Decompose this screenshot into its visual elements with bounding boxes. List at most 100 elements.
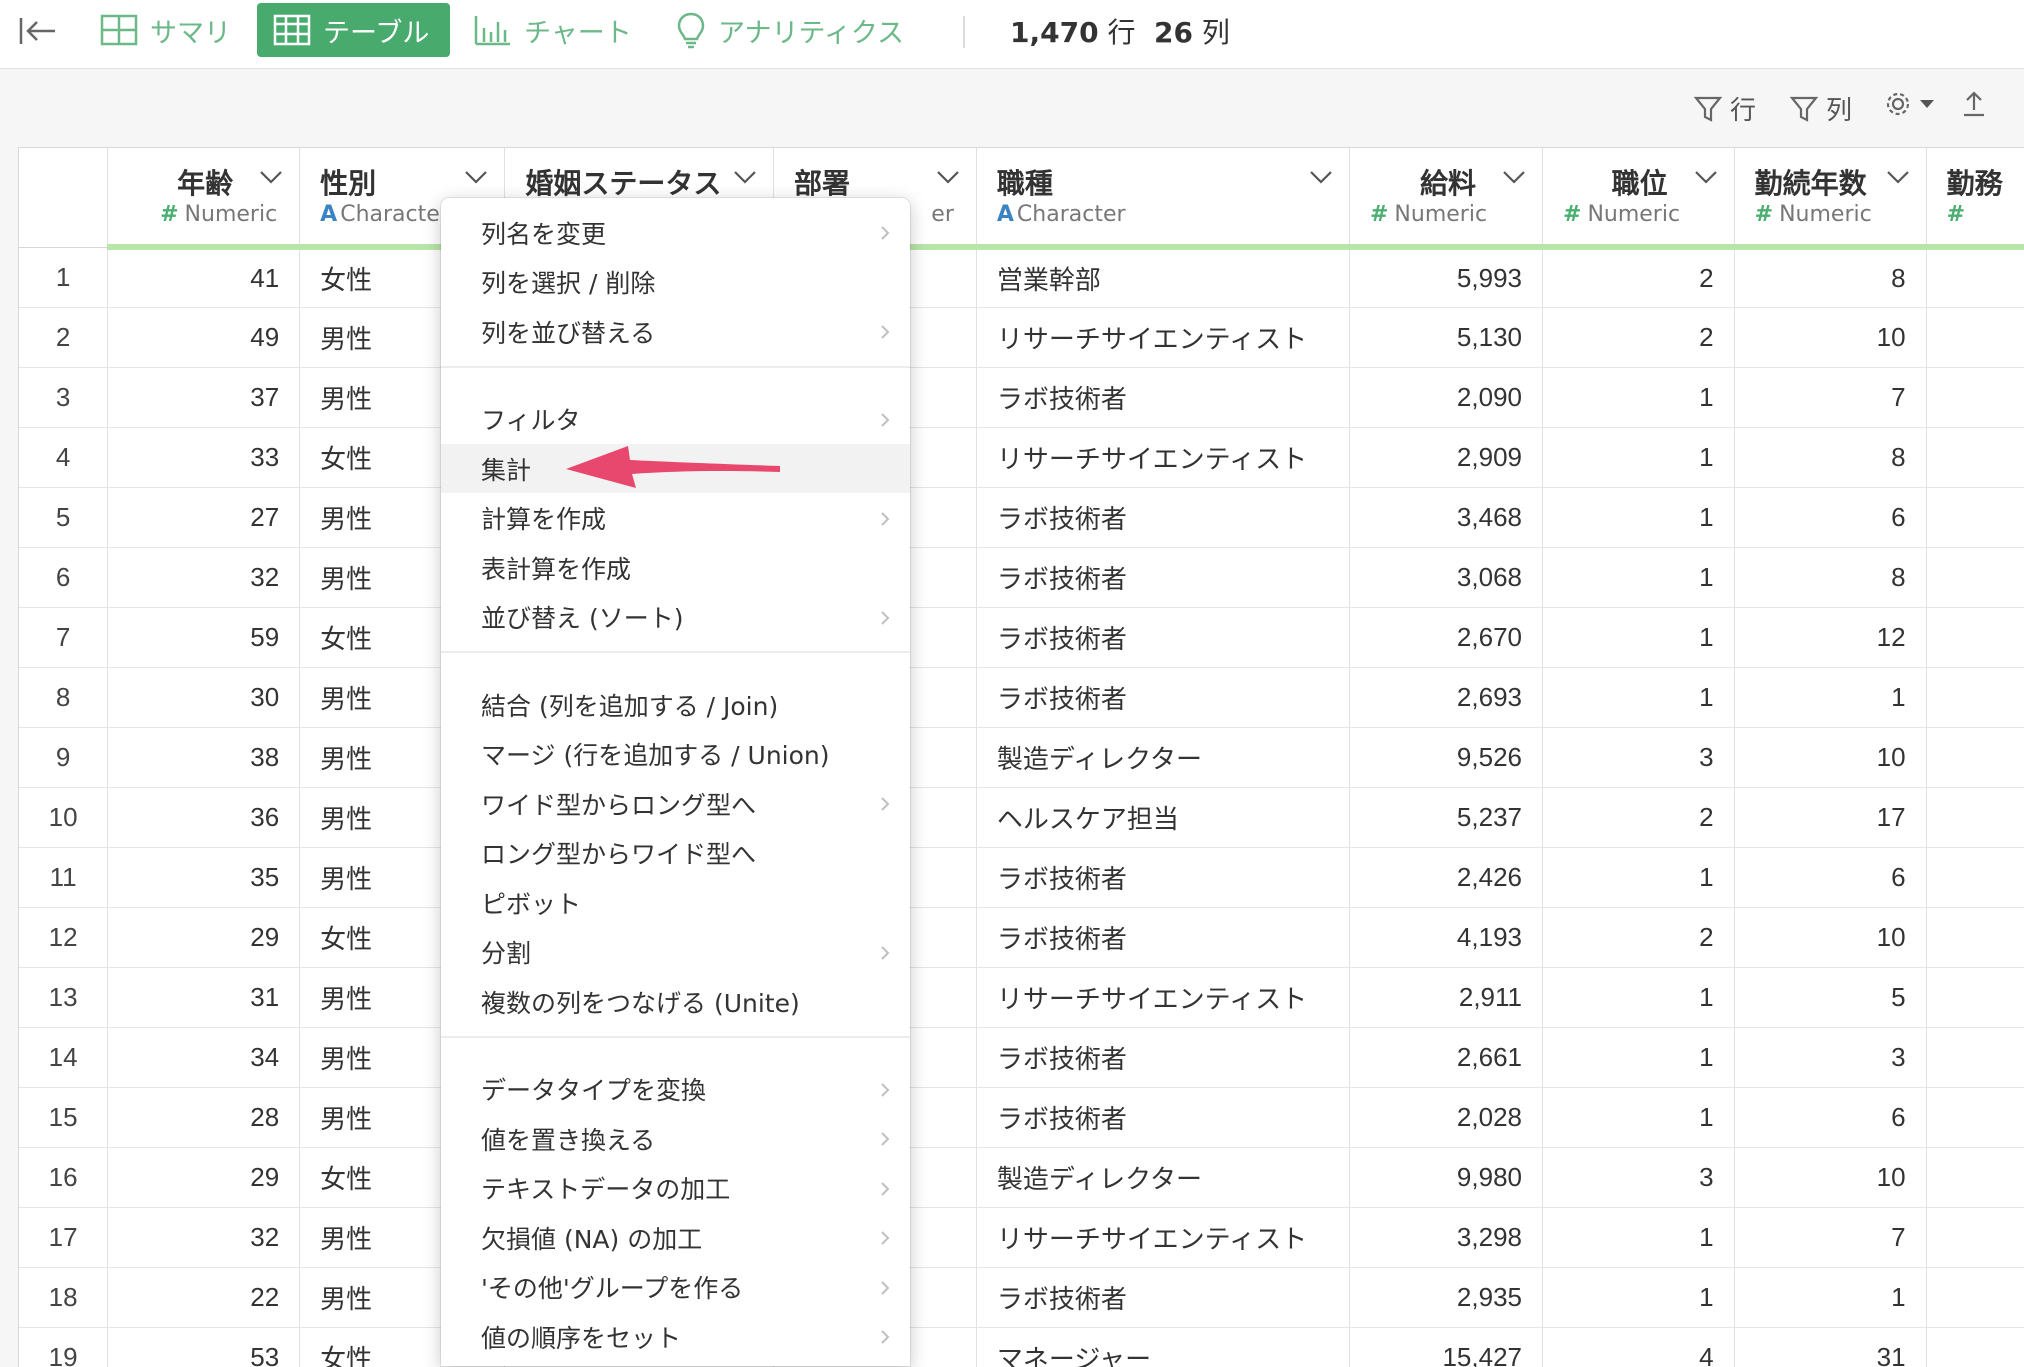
cell-job-role[interactable]: リサーチサイエンティスト <box>976 1207 1350 1268</box>
row-number[interactable]: 8 <box>19 667 109 728</box>
row-number[interactable]: 2 <box>19 307 109 368</box>
row-number[interactable]: 17 <box>19 1207 109 1268</box>
cell-work[interactable] <box>1926 1207 2024 1268</box>
cell-job-level[interactable]: 2 <box>1542 907 1735 968</box>
cell-job-level[interactable]: 1 <box>1542 967 1735 1028</box>
cell-work[interactable] <box>1926 1027 2024 1088</box>
cell-salary[interactable]: 3,068 <box>1349 547 1544 608</box>
cell-years-at-company[interactable]: 10 <box>1734 907 1927 968</box>
row-number[interactable]: 6 <box>19 547 109 608</box>
menu-item-reorder[interactable]: 列を並び替える <box>441 307 910 356</box>
cell-years-at-company[interactable]: 3 <box>1734 1027 1927 1088</box>
cell-years-at-company[interactable]: 10 <box>1734 307 1927 368</box>
menu-item-join[interactable]: 結合 (列を追加する / Join) <box>441 680 910 729</box>
cell-salary[interactable]: 9,526 <box>1349 727 1544 788</box>
cell-age[interactable]: 29 <box>107 1147 301 1208</box>
cell-work[interactable] <box>1926 907 2024 968</box>
column-filter-button[interactable]: 列 <box>1790 90 1852 127</box>
cell-job-role[interactable]: ラボ技術者 <box>976 607 1350 668</box>
menu-item-other-group[interactable]: 'その他'グループを作る <box>441 1263 910 1312</box>
chevron-down-icon[interactable] <box>1502 170 1526 184</box>
tab-summary[interactable]: サマリ <box>84 3 247 57</box>
cell-job-role[interactable]: マネージャー <box>976 1327 1350 1367</box>
cell-age[interactable]: 22 <box>107 1267 301 1328</box>
column-header-salary[interactable]: 給料 # Numeric <box>1349 148 1544 250</box>
cell-years-at-company[interactable]: 8 <box>1734 547 1927 608</box>
cell-work[interactable] <box>1926 427 2024 488</box>
menu-item-long-to-wide[interactable]: ロング型からワイド型へ <box>441 829 910 878</box>
chevron-down-icon[interactable] <box>936 170 960 184</box>
menu-item-set-value-order[interactable]: 値の順序をセット <box>441 1312 910 1361</box>
menu-item-select-delete[interactable]: 列を選択 / 削除 <box>441 258 910 307</box>
cell-job-role[interactable]: ラボ技術者 <box>976 907 1350 968</box>
cell-age[interactable]: 49 <box>107 307 301 368</box>
cell-age[interactable]: 30 <box>107 667 301 728</box>
row-number[interactable]: 9 <box>19 727 109 788</box>
cell-years-at-company[interactable]: 6 <box>1734 847 1927 908</box>
cell-work[interactable] <box>1926 1327 2024 1367</box>
cell-job-level[interactable]: 1 <box>1542 1027 1735 1088</box>
cell-job-level[interactable]: 2 <box>1542 247 1735 308</box>
row-number[interactable]: 10 <box>19 787 109 848</box>
menu-item-text-processing[interactable]: テキストデータの加工 <box>441 1164 910 1213</box>
chevron-down-icon[interactable] <box>259 170 283 184</box>
row-number[interactable]: 7 <box>19 607 109 668</box>
cell-age[interactable]: 41 <box>107 247 301 308</box>
cell-job-level[interactable]: 3 <box>1542 1147 1735 1208</box>
cell-years-at-company[interactable]: 6 <box>1734 1087 1927 1148</box>
cell-age[interactable]: 59 <box>107 607 301 668</box>
menu-item-wide-to-long[interactable]: ワイド型からロング型へ <box>441 779 910 828</box>
row-number[interactable]: 18 <box>19 1267 109 1328</box>
chevron-down-icon[interactable] <box>1886 170 1910 184</box>
cell-job-role[interactable]: ラボ技術者 <box>976 1087 1350 1148</box>
cell-job-role[interactable]: ラボ技術者 <box>976 1027 1350 1088</box>
cell-years-at-company[interactable]: 7 <box>1734 367 1927 428</box>
collapse-left-icon[interactable] <box>18 14 58 48</box>
cell-job-role[interactable]: 製造ディレクター <box>976 1147 1350 1208</box>
cell-job-role[interactable]: リサーチサイエンティスト <box>976 307 1350 368</box>
cell-job-level[interactable]: 4 <box>1542 1327 1735 1367</box>
cell-salary[interactable]: 5,993 <box>1349 247 1544 308</box>
cell-work[interactable] <box>1926 247 2024 308</box>
cell-years-at-company[interactable]: 12 <box>1734 607 1927 668</box>
cell-salary[interactable]: 15,427 <box>1349 1327 1544 1367</box>
cell-work[interactable] <box>1926 547 2024 608</box>
menu-item-replace-values[interactable]: 値を置き換える <box>441 1114 910 1163</box>
cell-job-role[interactable]: 営業幹部 <box>976 247 1350 308</box>
cell-work[interactable] <box>1926 847 2024 908</box>
cell-years-at-company[interactable]: 31 <box>1734 1327 1927 1367</box>
cell-job-role[interactable]: 製造ディレクター <box>976 727 1350 788</box>
cell-job-role[interactable]: ラボ技術者 <box>976 667 1350 728</box>
cell-job-level[interactable]: 2 <box>1542 787 1735 848</box>
row-number[interactable]: 15 <box>19 1087 109 1148</box>
menu-item-create-table-calculation[interactable]: 表計算を作成 <box>441 543 910 592</box>
cell-years-at-company[interactable]: 1 <box>1734 667 1927 728</box>
cell-job-role[interactable]: ラボ技術者 <box>976 547 1350 608</box>
cell-job-level[interactable]: 1 <box>1542 607 1735 668</box>
cell-years-at-company[interactable]: 1 <box>1734 1267 1927 1328</box>
row-number[interactable]: 16 <box>19 1147 109 1208</box>
menu-item-na-processing[interactable]: 欠損値 (NA) の加工 <box>441 1213 910 1262</box>
menu-item-filter[interactable]: フィルタ <box>441 395 910 444</box>
row-number[interactable]: 14 <box>19 1027 109 1088</box>
menu-item-sort[interactable]: 並び替え (ソート) <box>441 593 910 642</box>
row-filter-button[interactable]: 行 <box>1694 90 1756 127</box>
cell-age[interactable]: 32 <box>107 1207 301 1268</box>
cell-salary[interactable]: 5,130 <box>1349 307 1544 368</box>
cell-job-level[interactable]: 2 <box>1542 307 1735 368</box>
column-header-job-role[interactable]: 職種 A Character <box>976 148 1350 250</box>
cell-years-at-company[interactable]: 7 <box>1734 1207 1927 1268</box>
cell-salary[interactable]: 5,237 <box>1349 787 1544 848</box>
cell-years-at-company[interactable]: 8 <box>1734 247 1927 308</box>
cell-salary[interactable]: 3,298 <box>1349 1207 1544 1268</box>
cell-work[interactable] <box>1926 667 2024 728</box>
menu-item-convert-type[interactable]: データタイプを変換 <box>441 1065 910 1114</box>
cell-salary[interactable]: 2,661 <box>1349 1027 1544 1088</box>
cell-age[interactable]: 34 <box>107 1027 301 1088</box>
cell-job-role[interactable]: ラボ技術者 <box>976 487 1350 548</box>
cell-job-level[interactable]: 1 <box>1542 667 1735 728</box>
menu-item-merge-union[interactable]: マージ (行を追加する / Union) <box>441 730 910 779</box>
cell-work[interactable] <box>1926 1267 2024 1328</box>
cell-salary[interactable]: 2,670 <box>1349 607 1544 668</box>
cell-job-level[interactable]: 1 <box>1542 1087 1735 1148</box>
